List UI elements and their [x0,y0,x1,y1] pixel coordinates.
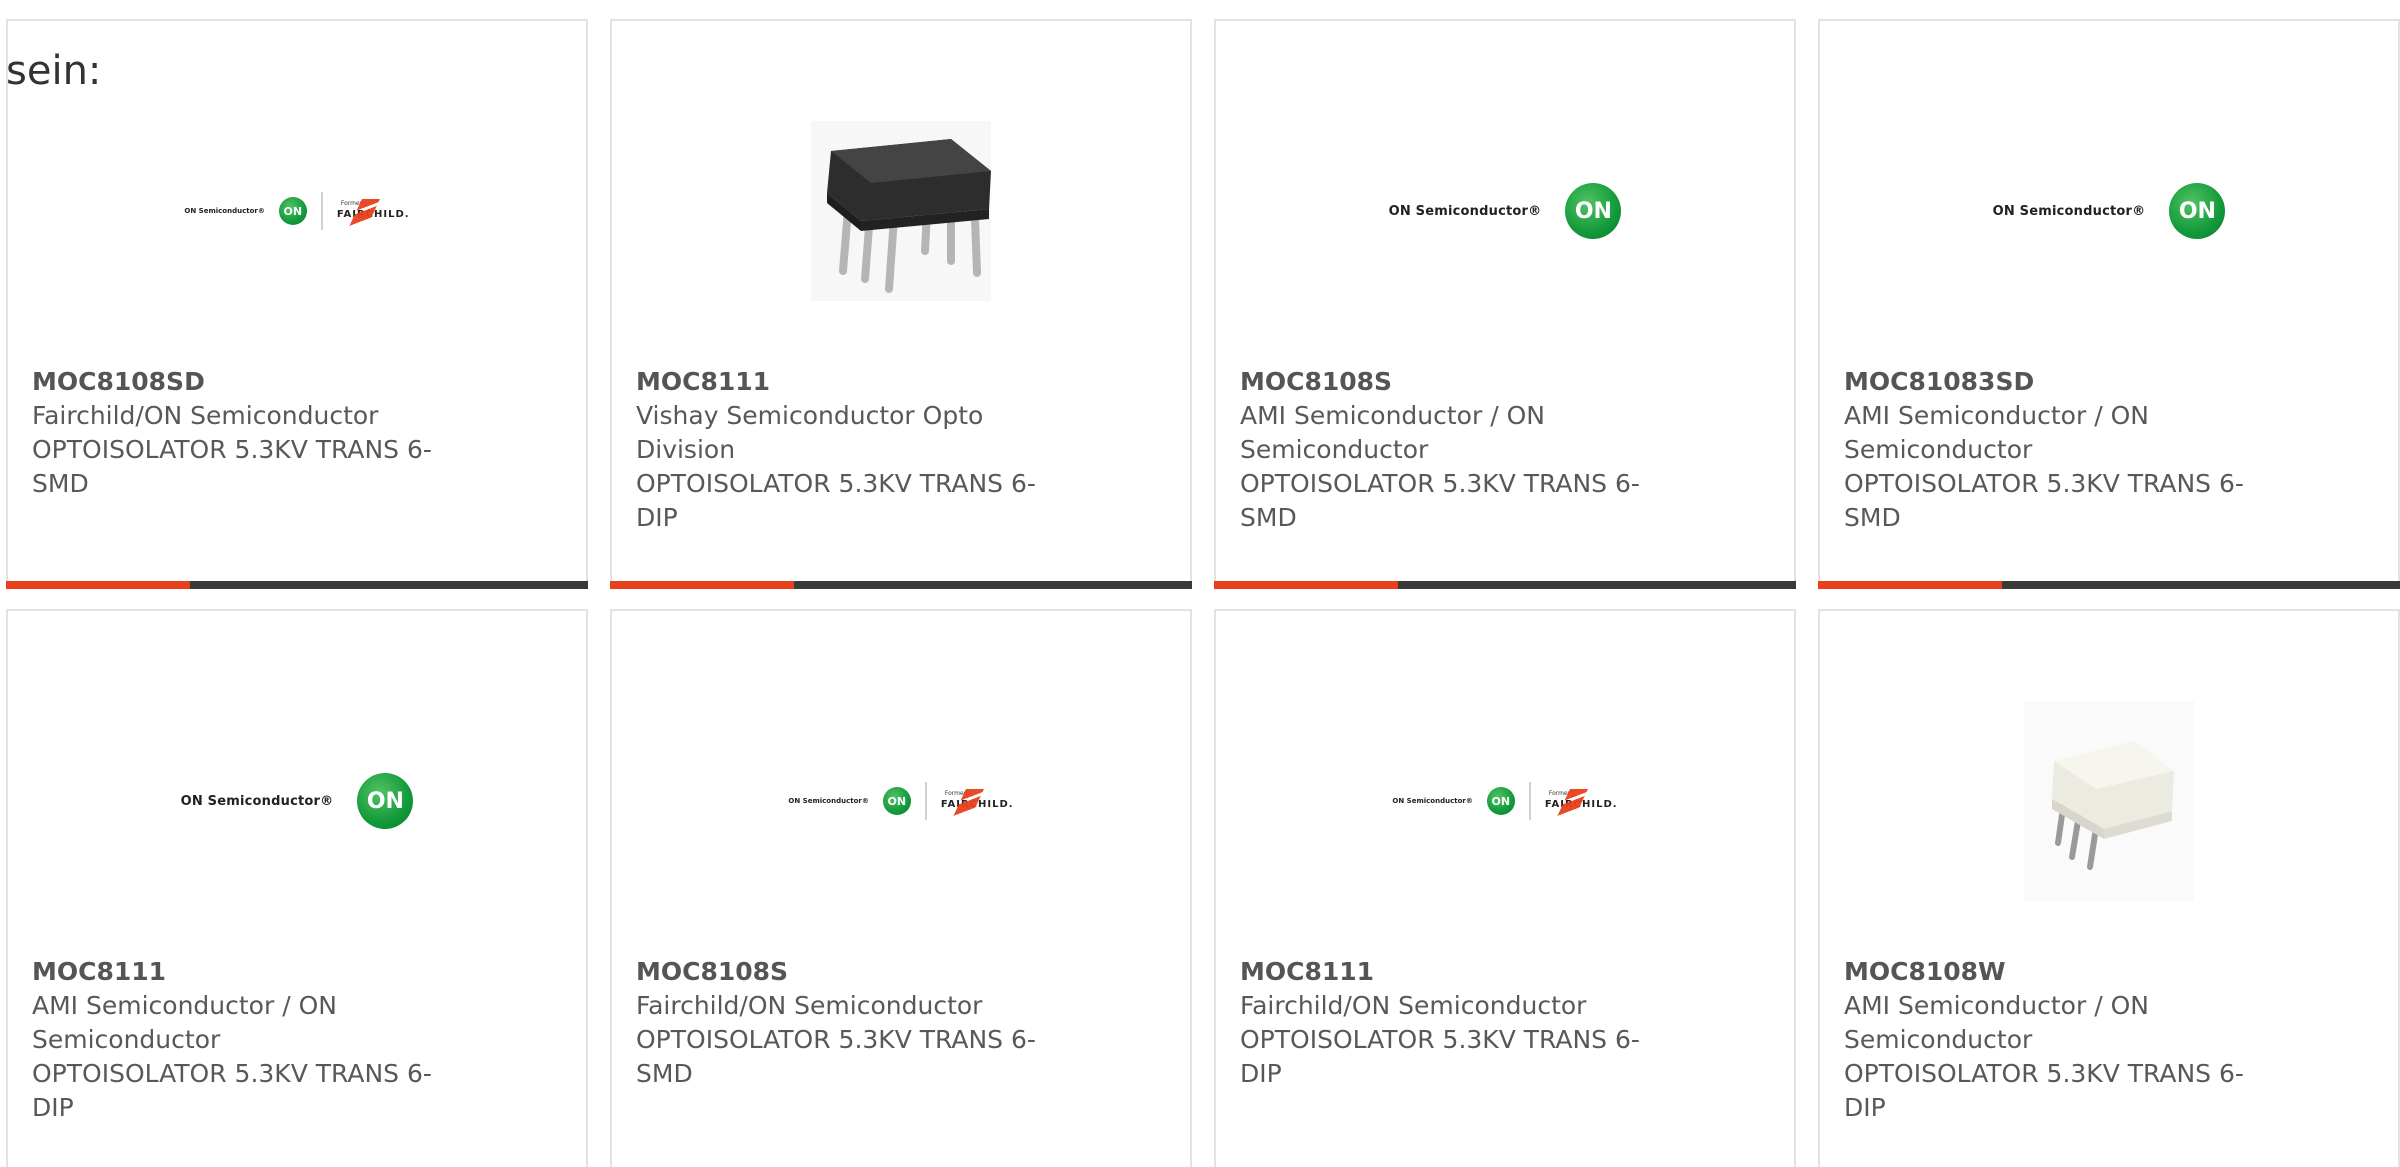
card-bottom-bar [610,581,1192,589]
manufacturer: AMI Semiconductor / ON Semiconductor [32,991,337,1054]
part-number[interactable]: MOC81083SD [1844,365,2284,399]
part-number[interactable]: MOC8108SD [32,365,472,399]
product-description: OPTOISOLATOR 5.3KV TRANS 6-DIP [1844,1059,2244,1122]
product-description: OPTOISOLATOR 5.3KV TRANS 6-SMD [1844,469,2244,532]
product-image: ON Semiconductor® ON Formerly FAIRCHILD. [8,81,586,341]
product-description: OPTOISOLATOR 5.3KV TRANS 6-SMD [1240,469,1640,532]
on-fairchild-logo: ON Semiconductor® ON Formerly FAIRCHILD. [184,192,409,230]
product-card[interactable]: MOC8108W AMI Semiconductor / ON Semicond… [1818,609,2400,1167]
product-image: ON Semiconductor® ON [1820,81,2398,341]
on-fairchild-logo: ON Semiconductor® ON Formerly FAIRCHILD. [1392,782,1617,820]
on-fairchild-logo: ON Semiconductor® ON Formerly FAIRCHILD. [788,782,1013,820]
product-description: OPTOISOLATOR 5.3KV TRANS 6-SMD [32,435,432,498]
product-description: OPTOISOLATOR 5.3KV TRANS 6-DIP [32,1059,432,1122]
product-card[interactable]: ON Semiconductor® ON Formerly FAIRCHILD.… [6,19,588,589]
on-logo-mark: ON [1565,183,1622,239]
product-grid-page: sein: ON Semiconductor® ON Formerly FAIR… [0,0,2400,1167]
product-image [1820,671,2398,931]
on-logo-mark: ON [278,197,307,225]
part-number[interactable]: MOC8108W [1844,955,2284,989]
part-number[interactable]: MOC8111 [1240,955,1680,989]
product-image: ON Semiconductor® ON [8,671,586,931]
product-description: OPTOISOLATOR 5.3KV TRANS 6-DIP [1240,1025,1640,1088]
product-card[interactable]: ON Semiconductor® ON Formerly FAIRCHILD.… [1214,609,1796,1167]
on-semiconductor-logo: ON Semiconductor® ON [181,773,414,829]
on-logo-mark: ON [2169,183,2226,239]
on-logo-mark: ON [882,787,911,815]
on-semiconductor-logo: ON Semiconductor® ON [1993,183,2226,239]
product-card[interactable]: ON Semiconductor® ON MOC8108S AMI Semico… [1214,19,1796,589]
black-dip-chip-image [811,121,991,301]
intro-text: sein: [6,48,102,94]
card-bottom-bar [1818,581,2400,589]
manufacturer: Fairchild/ON Semiconductor [32,401,379,430]
product-card[interactable]: ON Semiconductor® ON MOC81083SD AMI Semi… [1818,19,2400,589]
on-logo-mark: ON [357,773,414,829]
product-card[interactable]: ON Semiconductor® ON Formerly FAIRCHILD.… [610,609,1192,1167]
card-bottom-bar [6,581,588,589]
part-number[interactable]: MOC8108S [636,955,1076,989]
product-image: ON Semiconductor® ON Formerly FAIRCHILD. [1216,671,1794,931]
white-dip-chip-image [2024,701,2194,901]
product-image [612,81,1190,341]
manufacturer: Fairchild/ON Semiconductor [1240,991,1587,1020]
product-card[interactable]: MOC8111 Vishay Semiconductor Opto Divisi… [610,19,1192,589]
card-bottom-bar [1214,581,1796,589]
part-number[interactable]: MOC8111 [32,955,472,989]
on-semiconductor-logo: ON Semiconductor® ON [1389,183,1622,239]
manufacturer: Fairchild/ON Semiconductor [636,991,983,1020]
part-number[interactable]: MOC8111 [636,365,1076,399]
manufacturer: AMI Semiconductor / ON Semiconductor [1844,991,2149,1054]
on-logo-mark: ON [1486,787,1515,815]
product-image: ON Semiconductor® ON Formerly FAIRCHILD. [612,671,1190,931]
product-description: OPTOISOLATOR 5.3KV TRANS 6-SMD [636,1025,1036,1088]
part-number[interactable]: MOC8108S [1240,365,1680,399]
product-card[interactable]: ON Semiconductor® ON MOC8111 AMI Semicon… [6,609,588,1167]
manufacturer: Vishay Semiconductor Opto Division [636,401,984,464]
product-image: ON Semiconductor® ON [1216,81,1794,341]
product-description: OPTOISOLATOR 5.3KV TRANS 6-DIP [636,469,1036,532]
manufacturer: AMI Semiconductor / ON Semiconductor [1844,401,2149,464]
manufacturer: AMI Semiconductor / ON Semiconductor [1240,401,1545,464]
